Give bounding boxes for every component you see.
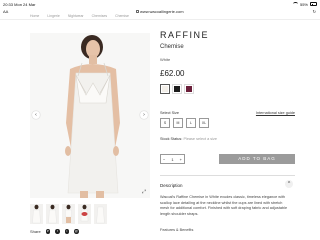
features-heading[interactable]: Features & Benefits xyxy=(160,228,193,232)
lock-icon xyxy=(136,10,139,13)
size-guide-link[interactable]: International size guide xyxy=(256,111,295,115)
size-xl-button[interactable]: XL xyxy=(199,118,209,128)
add-to-bag-button[interactable]: ADD TO BAG xyxy=(219,154,295,164)
qty-decrease-button[interactable]: − xyxy=(163,157,165,162)
swatch-black[interactable] xyxy=(172,84,182,94)
collapse-toggle-icon[interactable]: ^ xyxy=(285,180,293,188)
product-title: RAFFINE xyxy=(160,30,210,40)
description-divider xyxy=(160,175,295,176)
twitter-icon[interactable]: t xyxy=(64,229,70,234)
gallery-prev-button[interactable]: ‹ xyxy=(32,111,40,119)
colour-swatches xyxy=(160,84,194,94)
status-time-date: 20:33 Mon 24 Mar xyxy=(3,1,36,7)
share-label: Share xyxy=(30,229,41,234)
pinterest-icon[interactable]: P xyxy=(45,229,51,234)
size-s-button[interactable]: S xyxy=(160,118,170,128)
thumbnail-5[interactable] xyxy=(94,204,107,224)
swatch-ivory[interactable] xyxy=(160,84,170,94)
quantity-stepper[interactable]: − 1 + xyxy=(160,154,185,164)
wifi-icon xyxy=(292,2,298,6)
size-l-button[interactable]: L xyxy=(186,118,196,128)
size-options: S M L XL xyxy=(160,118,209,128)
product-main-image xyxy=(30,33,150,198)
product-subtitle: Chemise xyxy=(160,44,184,50)
header-divider xyxy=(0,19,320,20)
stock-status: Stock Status: Please select a size xyxy=(160,137,217,141)
thumbnail-2[interactable] xyxy=(46,204,59,224)
facebook-icon[interactable]: f xyxy=(55,229,60,234)
swatch-berry[interactable] xyxy=(184,84,194,94)
thumbnail-3[interactable] xyxy=(62,204,75,224)
thumbnail-4[interactable] xyxy=(78,204,91,224)
email-icon[interactable]: @ xyxy=(74,229,79,234)
thumbnail-strip xyxy=(30,204,107,224)
zoom-icon[interactable]: ⤢ xyxy=(142,190,147,195)
qty-value: 1 xyxy=(171,156,174,162)
url-field[interactable]: www.wacoallingerie.com xyxy=(0,9,320,14)
product-image-gallery[interactable]: ‹ › ⤢ xyxy=(30,33,150,198)
status-bar: 20:33 Mon 24 Mar 55% xyxy=(0,0,320,8)
product-price: £62.00 xyxy=(160,69,185,78)
gallery-next-button[interactable]: › xyxy=(140,111,148,119)
select-size-label: Select Size xyxy=(160,111,179,115)
size-m-button[interactable]: M xyxy=(173,118,183,128)
stock-label: Stock Status: xyxy=(160,137,183,141)
thumbnail-1[interactable] xyxy=(30,204,43,224)
qty-increase-button[interactable]: + xyxy=(180,157,182,162)
stock-hint: Please select a size xyxy=(183,137,217,141)
status-indicators: 55% xyxy=(292,1,317,7)
battery-percent: 55% xyxy=(299,1,308,7)
description-text: Wacoal's Raffine Chemise in White exudes… xyxy=(160,195,288,216)
description-heading[interactable]: Description xyxy=(160,183,183,188)
selected-colour-name: White xyxy=(160,57,171,62)
share-row: Share P f t @ xyxy=(30,229,79,234)
battery-icon xyxy=(310,2,317,6)
reload-icon[interactable]: ↻ xyxy=(313,9,316,14)
